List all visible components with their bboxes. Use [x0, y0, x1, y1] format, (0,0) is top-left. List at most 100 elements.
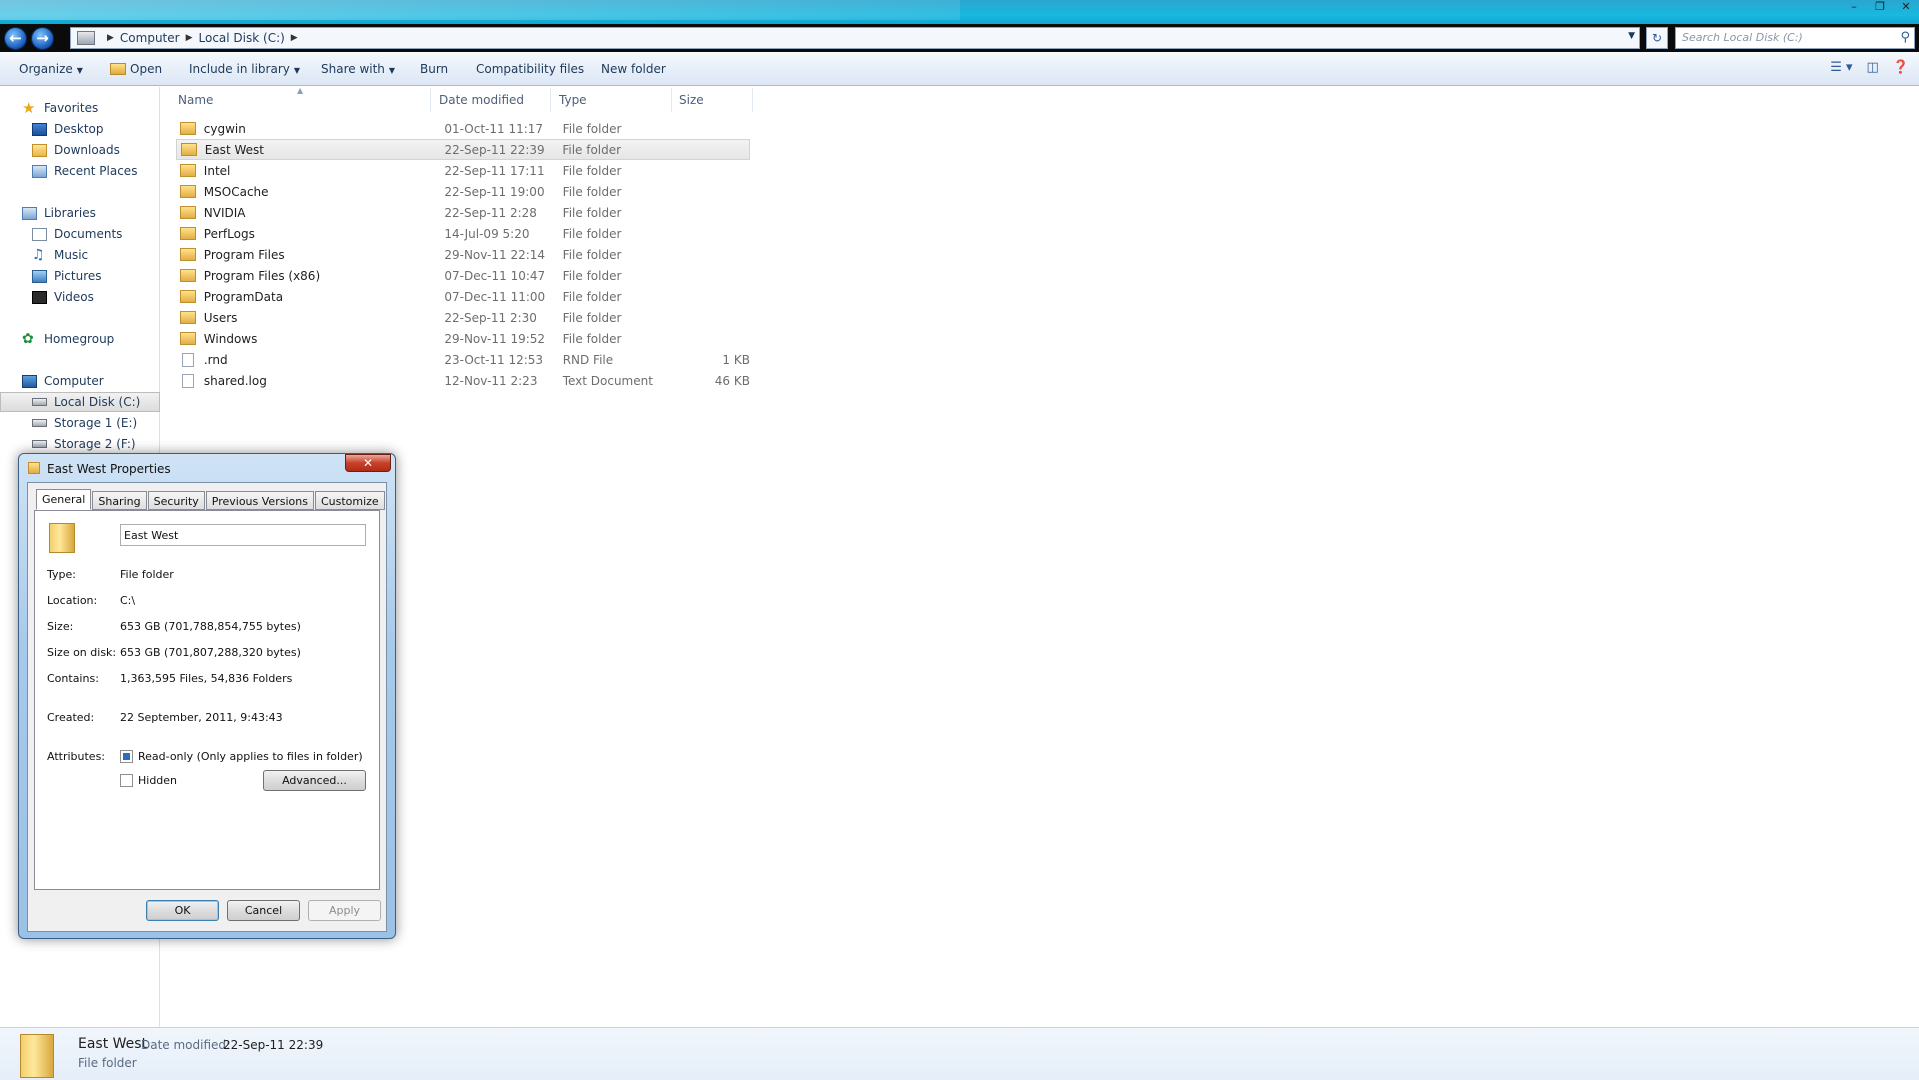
- dialog-close-button[interactable]: ✕: [345, 454, 391, 472]
- file-row[interactable]: MSOCache 22-Sep-11 19:00 File folder: [176, 181, 750, 202]
- details-type: File folder: [78, 1056, 137, 1070]
- back-button[interactable]: ←: [4, 27, 27, 50]
- breadcrumb-computer[interactable]: Computer: [120, 31, 180, 45]
- new-folder-button[interactable]: New folder: [601, 62, 666, 76]
- readonly-checkbox[interactable]: [120, 750, 133, 763]
- file-row[interactable]: Intel 22-Sep-11 17:11 File folder: [176, 160, 750, 181]
- view-options-icon[interactable]: ☰ ▾: [1830, 60, 1852, 75]
- organize-button[interactable]: Organize ▼: [19, 62, 83, 76]
- file-type: File folder: [562, 310, 622, 325]
- column-divider[interactable]: [430, 88, 431, 112]
- column-header-size[interactable]: Size: [679, 93, 704, 107]
- search-input[interactable]: Search Local Disk (C:) ⚲: [1675, 27, 1915, 49]
- column-divider[interactable]: [752, 88, 753, 112]
- column-divider[interactable]: [671, 88, 672, 112]
- advanced-button[interactable]: Advanced...: [263, 770, 366, 791]
- nav-pictures[interactable]: Pictures: [0, 266, 160, 286]
- refresh-button[interactable]: ↻: [1646, 27, 1668, 49]
- nav-documents[interactable]: Documents: [0, 224, 160, 244]
- address-bar[interactable]: ▶ Computer ▶ Local Disk (C:) ▶ ▼: [70, 27, 1640, 49]
- details-date-label: Date modified:: [141, 1038, 231, 1052]
- computer-icon: [22, 374, 37, 388]
- nav-storage-2[interactable]: Storage 2 (F:): [0, 434, 160, 454]
- hidden-checkbox[interactable]: [120, 774, 133, 787]
- column-header-type[interactable]: Type: [559, 93, 587, 107]
- nav-music[interactable]: ♫ Music: [0, 245, 160, 265]
- folder-name-input[interactable]: East West: [120, 524, 366, 546]
- folder-icon: [180, 206, 196, 219]
- chevron-down-icon: ▼: [388, 66, 396, 75]
- details-name: East West: [78, 1036, 148, 1052]
- file-row[interactable]: Program Files 29-Nov-11 22:14 File folder: [176, 244, 750, 265]
- window-controls: – ❐ ✕: [1841, 0, 1919, 16]
- readonly-label[interactable]: Read-only (Only applies to files in fold…: [138, 750, 363, 763]
- file-name: NVIDIA: [203, 205, 246, 220]
- open-button[interactable]: Open: [110, 62, 162, 76]
- tab-previous-versions[interactable]: Previous Versions: [205, 491, 314, 510]
- folder-icon: [180, 164, 196, 177]
- folder-icon: [49, 523, 75, 553]
- file-row[interactable]: shared.log 12-Nov-11 2:23 Text Document 46 …: [176, 370, 750, 391]
- help-icon[interactable]: ❓: [1893, 60, 1909, 75]
- forward-button[interactable]: →: [31, 27, 54, 50]
- chevron-right-icon: ▶: [290, 33, 298, 43]
- file-name: shared.log: [203, 373, 267, 388]
- maximize-button[interactable]: ❐: [1867, 0, 1893, 16]
- nav-videos[interactable]: Videos: [0, 287, 160, 307]
- star-icon: ★: [22, 98, 36, 117]
- file-name: PerfLogs: [203, 226, 255, 241]
- computer-icon: [77, 31, 95, 45]
- nav-downloads-label: Downloads: [54, 143, 120, 157]
- apply-button[interactable]: Apply: [308, 900, 381, 921]
- file-row[interactable]: PerfLogs 14-Jul-09 5:20 File folder: [176, 223, 750, 244]
- file-name: cygwin: [203, 121, 246, 136]
- tab-sharing[interactable]: Sharing: [92, 491, 147, 510]
- tab-customize[interactable]: Customize: [314, 491, 385, 510]
- close-window-button[interactable]: ✕: [1893, 0, 1919, 16]
- cancel-button[interactable]: Cancel: [227, 900, 300, 921]
- nav-libraries[interactable]: Libraries: [0, 203, 160, 223]
- search-icon[interactable]: ⚲: [1900, 30, 1910, 45]
- share-with-button[interactable]: Share with ▼: [321, 62, 395, 76]
- nav-storage-1[interactable]: Storage 1 (E:): [0, 413, 160, 433]
- nav-favorites[interactable]: ★ Favorites: [0, 98, 160, 118]
- breadcrumb-local-disk[interactable]: Local Disk (C:): [199, 31, 285, 45]
- file-row[interactable]: cygwin 01-Oct-11 11:17 File folder: [176, 118, 750, 139]
- file-row[interactable]: .rnd 23-Oct-11 12:53 RND File 1 KB: [176, 349, 750, 370]
- nav-downloads[interactable]: Downloads: [0, 140, 160, 160]
- minimize-button[interactable]: –: [1841, 0, 1867, 16]
- location-value: C:\: [120, 594, 136, 607]
- chevron-down-icon[interactable]: ▼: [1628, 31, 1635, 41]
- nav-local-disk[interactable]: Local Disk (C:): [0, 392, 160, 412]
- column-header-date[interactable]: Date modified: [439, 93, 524, 107]
- file-type: File folder: [562, 163, 622, 178]
- tab-security[interactable]: Security: [147, 491, 205, 510]
- file-type: File folder: [562, 226, 622, 241]
- nav-desktop[interactable]: Desktop: [0, 119, 160, 139]
- file-row[interactable]: Users 22-Sep-11 2:30 File folder: [176, 307, 750, 328]
- compatibility-files-button[interactable]: Compatibility files: [476, 62, 584, 76]
- tab-general[interactable]: General: [36, 489, 92, 510]
- drive-icon: [32, 440, 47, 448]
- column-header-name[interactable]: Name: [178, 93, 213, 107]
- nav-recent-places[interactable]: Recent Places: [0, 161, 160, 181]
- file-row[interactable]: Windows 29-Nov-11 19:52 File folder: [176, 328, 750, 349]
- nav-homegroup[interactable]: ✿ Homegroup: [0, 329, 160, 349]
- share-with-label: Share with: [321, 62, 385, 76]
- column-divider[interactable]: [550, 88, 551, 112]
- file-row[interactable]: ProgramData 07-Dec-11 11:00 File folder: [176, 286, 750, 307]
- file-row[interactable]: NVIDIA 22-Sep-11 2:28 File folder: [176, 202, 750, 223]
- ok-button[interactable]: OK: [146, 900, 219, 921]
- hidden-label[interactable]: Hidden: [138, 774, 177, 787]
- nav-computer[interactable]: Computer: [0, 371, 160, 391]
- file-row[interactable]: East West 22-Sep-11 22:39 File folder: [176, 139, 750, 160]
- preview-pane-icon[interactable]: ◫: [1867, 60, 1879, 75]
- file-row[interactable]: Program Files (x86) 07-Dec-11 10:47 File f…: [176, 265, 750, 286]
- nav-recent-places-label: Recent Places: [54, 164, 138, 178]
- folder-icon: [180, 227, 196, 240]
- file-date: 22-Sep-11 2:28: [444, 205, 537, 220]
- include-in-library-button[interactable]: Include in library ▼: [189, 62, 300, 76]
- file-date: 07-Dec-11 11:00: [444, 289, 546, 304]
- burn-button[interactable]: Burn: [420, 62, 448, 76]
- sort-caret-icon: ▲: [297, 86, 304, 95]
